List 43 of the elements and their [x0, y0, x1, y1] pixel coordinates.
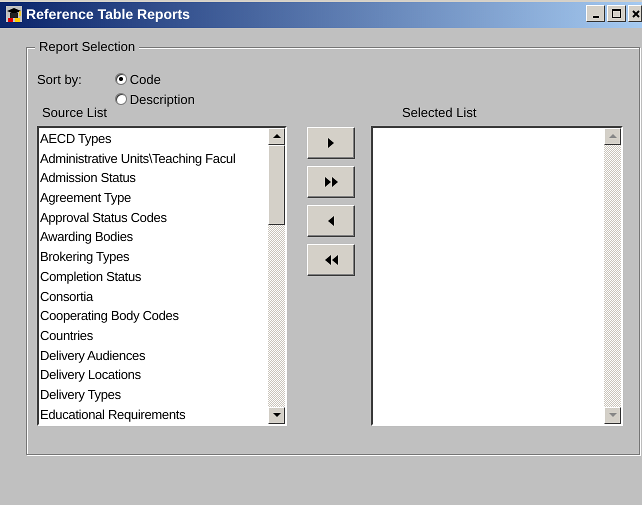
list-item[interactable]: Delivery Locations: [39, 365, 268, 385]
list-label: Selected List: [401, 105, 478, 122]
list-item[interactable]: Educational Requirements: [39, 404, 268, 424]
maximize-button[interactable]: [607, 5, 626, 22]
scroll-bar[interactable]: [268, 128, 285, 424]
list-item[interactable]: Brokering Types: [39, 247, 268, 267]
list-item[interactable]: Approval Status Codes: [39, 208, 268, 228]
up-arrow-icon: [608, 134, 616, 139]
radio-option[interactable]: Code: [114, 70, 195, 87]
graduation-cap-icon: [6, 6, 22, 22]
group-title: Report Selection: [35, 39, 140, 54]
list-item[interactable]: Cooperating Body Codes: [39, 306, 268, 326]
move-right-button[interactable]: [307, 127, 355, 159]
minimize-button[interactable]: [586, 5, 605, 22]
up-arrow-icon: [272, 134, 280, 139]
down-arrow-icon: [608, 413, 616, 418]
move-all-right-button[interactable]: [307, 166, 355, 198]
left-triangle-icon: [328, 216, 334, 226]
list-item[interactable]: Admission Status: [39, 168, 268, 188]
list-item[interactable]: Completion Status: [39, 266, 268, 286]
double-right-triangle-icon: [324, 177, 338, 187]
list-item[interactable]: Countries: [39, 326, 268, 346]
move-left-button[interactable]: [307, 205, 355, 237]
close-button[interactable]: [628, 5, 642, 22]
double-left-triangle-icon: [324, 255, 338, 265]
close-icon: [632, 10, 640, 18]
source-list[interactable]: [37, 126, 287, 426]
scroll-bar[interactable]: [604, 128, 621, 424]
list-item[interactable]: Awarding Bodies: [39, 227, 268, 248]
list-label: Source List: [41, 105, 108, 122]
move-all-left-button[interactable]: [307, 244, 355, 276]
down-arrow-icon: [272, 413, 280, 418]
list-item[interactable]: Agreement Type: [39, 188, 268, 208]
radio-option[interactable]: Description: [114, 90, 195, 107]
list-item[interactable]: Delivery Types: [39, 384, 268, 405]
maximize-icon: [612, 9, 621, 18]
list-item[interactable]: Administrative Units\Teaching Facul: [39, 148, 268, 168]
sort-label: Sort by:: [37, 71, 82, 89]
list-item[interactable]: AECD Types: [39, 129, 268, 149]
window-title: Reference Table Reports: [26, 6, 191, 22]
right-triangle-icon: [328, 138, 334, 148]
list-item[interactable]: Consortia: [39, 286, 268, 306]
list-item[interactable]: Delivery Audiences: [39, 346, 268, 366]
